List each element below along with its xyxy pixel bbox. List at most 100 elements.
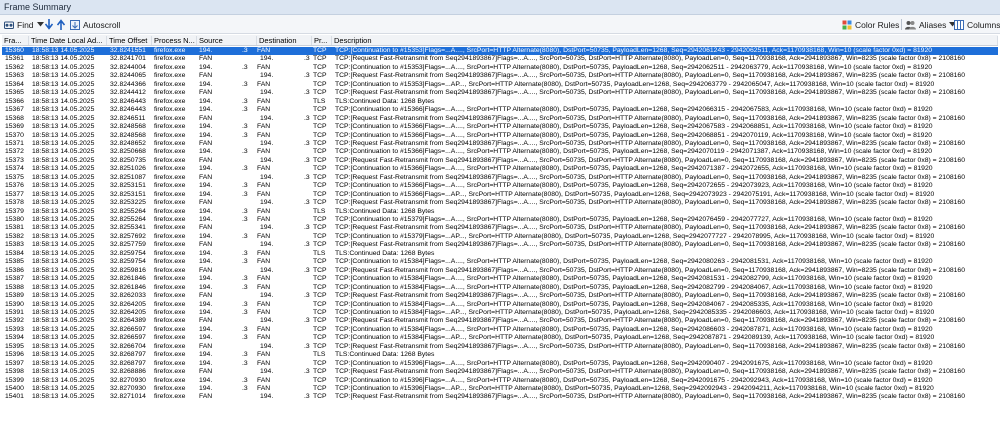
table-row[interactable]: 15365 18:58:13 14.05.2025 32.8244412 firefo…: [2, 89, 998, 97]
cell-source: 194.: [199, 325, 213, 333]
autoscroll-icon: [70, 19, 80, 30]
cell-protocol: TCP: [313, 216, 327, 223]
cell-protocol: TCP: [313, 325, 327, 333]
table-row[interactable]: 15397 18:58:13 14.05.2025 32.8268797 firefo…: [2, 360, 998, 368]
cell-description: TCP:[Continuation to #15353]Flags=...A..…: [335, 47, 933, 54]
column-header-process[interactable]: Process N...: [152, 36, 197, 45]
table-row[interactable]: 15370 18:58:13 14.05.2025 32.8248568 firefo…: [2, 132, 998, 140]
cell-source: FAN: [199, 241, 213, 249]
table-row[interactable]: 15363 18:58:13 14.05.2025 32.8244065 firefo…: [2, 72, 998, 80]
cell-d2: .3: [304, 139, 310, 147]
cell-process: firefox.exe: [154, 249, 186, 257]
cell-destination: 194.: [260, 55, 274, 63]
table-row[interactable]: 15396 18:58:13 14.05.2025 32.8268797 firefo…: [2, 351, 998, 359]
table-row[interactable]: 15379 18:58:13 14.05.2025 32.8255264 firefo…: [2, 208, 998, 216]
column-header-protocol[interactable]: Pr...: [312, 36, 332, 45]
cell-protocol: TCP: [313, 368, 327, 376]
column-header-destination[interactable]: Destination: [257, 36, 312, 45]
table-row[interactable]: 15376 18:58:13 14.05.2025 32.8253151 firefo…: [2, 182, 998, 190]
cell-s2: .3: [242, 351, 248, 359]
cell-source: FAN: [199, 342, 213, 350]
cell-description: TCP:[Request Fast-Retransmit from Seq294…: [335, 139, 965, 147]
table-row[interactable]: 15386 18:58:13 14.05.2025 32.8259816 firefo…: [2, 267, 998, 275]
columns-button[interactable]: Columns: [954, 18, 1000, 31]
table-row[interactable]: 15387 18:58:13 14.05.2025 32.8261846 firefo…: [2, 275, 998, 283]
cell-protocol: TLS: [313, 249, 326, 257]
cell-description: TCP:[Continuation to #15366]Flags=...AP.…: [335, 190, 935, 198]
table-row[interactable]: 15361 18:58:13 14.05.2025 32.8241701 firefo…: [2, 55, 998, 63]
table-row[interactable]: 15372 18:58:13 14.05.2025 32.8250668 firefo…: [2, 148, 998, 156]
find-previous-button[interactable]: [57, 18, 65, 31]
table-row[interactable]: 15380 18:58:13 14.05.2025 32.8255264 firefo…: [2, 216, 998, 224]
cell-time: 18:58:13 14.05.2025: [32, 80, 95, 88]
cell-frame: 15388: [5, 283, 24, 291]
column-header-source[interactable]: Source: [197, 36, 257, 45]
cell-frame: 15382: [5, 232, 24, 240]
table-row[interactable]: 15366 18:58:13 14.05.2025 32.8246443 firefo…: [2, 98, 998, 106]
cell-description: TCP:[Continuation to #15384]Flags=...A..…: [335, 325, 933, 333]
cell-offset: 32.8250668: [110, 148, 146, 156]
cell-frame: 15386: [5, 266, 24, 274]
cell-protocol: TCP: [313, 106, 327, 114]
table-row[interactable]: 15400 18:58:13 14.05.2025 32.8270930 firefo…: [2, 385, 998, 393]
find-button[interactable]: Find: [4, 18, 44, 31]
cell-process: firefox.exe: [154, 342, 186, 350]
table-row[interactable]: 15373 18:58:13 14.05.2025 32.8250735 firefo…: [2, 157, 998, 165]
table-row[interactable]: 15383 18:58:13 14.05.2025 32.8257759 firefo…: [2, 241, 998, 249]
table-row[interactable]: 15377 18:58:13 14.05.2025 32.8253151 firefo…: [2, 191, 998, 199]
cell-time: 18:58:13 14.05.2025: [32, 216, 95, 223]
cell-description: TCP:[Continuation to #15353]Flags=...AP.…: [335, 80, 935, 88]
autoscroll-button[interactable]: Autoscroll: [70, 18, 120, 31]
table-row[interactable]: 15399 18:58:13 14.05.2025 32.8270930 firefo…: [2, 377, 998, 385]
table-row[interactable]: 15392 18:58:13 14.05.2025 32.8264389 firefo…: [2, 317, 998, 325]
table-row[interactable]: 15388 18:58:13 14.05.2025 32.8261846 firefo…: [2, 284, 998, 292]
table-row[interactable]: 15393 18:58:13 14.05.2025 32.8266597 firefo…: [2, 326, 998, 334]
cell-s3: FAN: [257, 385, 271, 392]
column-header-offset[interactable]: Time Offset: [107, 36, 152, 45]
color-rules-button[interactable]: Color Rules: [842, 18, 899, 31]
cell-s3: FAN: [257, 47, 271, 54]
table-row[interactable]: 15382 18:58:13 14.05.2025 32.8257692 firefo…: [2, 233, 998, 241]
table-row[interactable]: 15395 18:58:13 14.05.2025 32.8266704 firefo…: [2, 343, 998, 351]
cell-frame: 15393: [5, 325, 24, 333]
table-row[interactable]: 15385 18:58:13 14.05.2025 32.8259754 firefo…: [2, 258, 998, 266]
table-row[interactable]: 15384 18:58:13 14.05.2025 32.8259754 firefo…: [2, 250, 998, 258]
cell-frame: 15389: [5, 292, 24, 300]
table-row[interactable]: 15378 18:58:13 14.05.2025 32.8253225 firefo…: [2, 199, 998, 207]
table-row[interactable]: 15390 18:58:13 14.05.2025 32.8264205 firefo…: [2, 301, 998, 309]
column-header-time[interactable]: Time Date Local Ad...: [29, 36, 107, 45]
table-row[interactable]: 15371 18:58:13 14.05.2025 32.8248652 firefo…: [2, 140, 998, 148]
table-row[interactable]: 15360 18:58:13 14.05.2025 32.8241551 firefo…: [2, 47, 998, 56]
table-row[interactable]: 15398 18:58:13 14.05.2025 32.8268886 firefo…: [2, 368, 998, 376]
arrow-down-icon: [45, 19, 53, 30]
table-row[interactable]: 15362 18:58:13 14.05.2025 32.8244004 firefo…: [2, 64, 998, 72]
cell-process: firefox.exe: [154, 308, 186, 316]
table-row[interactable]: 15367 18:58:13 14.05.2025 32.8246443 firefo…: [2, 106, 998, 114]
table-row[interactable]: 15368 18:58:13 14.05.2025 32.8246511 firefo…: [2, 115, 998, 123]
toolbar-separator: [901, 19, 902, 30]
cell-time: 18:58:13 14.05.2025: [32, 275, 95, 283]
table-row[interactable]: 15369 18:58:13 14.05.2025 32.8248568 firefo…: [2, 123, 998, 131]
aliases-button[interactable]: Aliases: [905, 18, 957, 31]
table-row[interactable]: 15374 18:58:13 14.05.2025 32.8251026 firefo…: [2, 165, 998, 173]
cell-description: TCP:[Continuation to #15366]Flags=...A..…: [335, 148, 933, 156]
table-row[interactable]: 15381 18:58:13 14.05.2025 32.8255341 firefo…: [2, 224, 998, 232]
column-header-frame[interactable]: Fra...: [2, 36, 29, 45]
column-header-description[interactable]: Description: [332, 36, 998, 45]
cell-s2: .3: [242, 47, 248, 54]
cell-protocol: TCP: [313, 47, 327, 54]
cell-time: 18:58:13 14.05.2025: [32, 232, 95, 240]
find-next-button[interactable]: [45, 18, 53, 31]
cell-offset: 32.8270930: [110, 385, 146, 392]
cell-protocol: TLS: [313, 207, 326, 215]
cell-frame: 15385: [5, 258, 24, 266]
table-row[interactable]: 15364 18:58:13 14.05.2025 32.8244366 firefo…: [2, 81, 998, 89]
table-row[interactable]: 15389 18:58:13 14.05.2025 32.8262033 firefo…: [2, 292, 998, 300]
table-row[interactable]: 15401 18:58:13 14.05.2025 32.8271014 firefo…: [2, 393, 998, 401]
cell-protocol: TLS: [313, 97, 326, 105]
table-row[interactable]: 15375 18:58:13 14.05.2025 32.8251087 firefo…: [2, 174, 998, 182]
table-row[interactable]: 15394 18:58:13 14.05.2025 32.8266597 firefo…: [2, 334, 998, 342]
table-row[interactable]: 15391 18:58:13 14.05.2025 32.8264205 firefo…: [2, 309, 998, 317]
cell-frame: 15380: [5, 216, 24, 223]
find-dropdown-icon[interactable]: [36, 22, 44, 27]
